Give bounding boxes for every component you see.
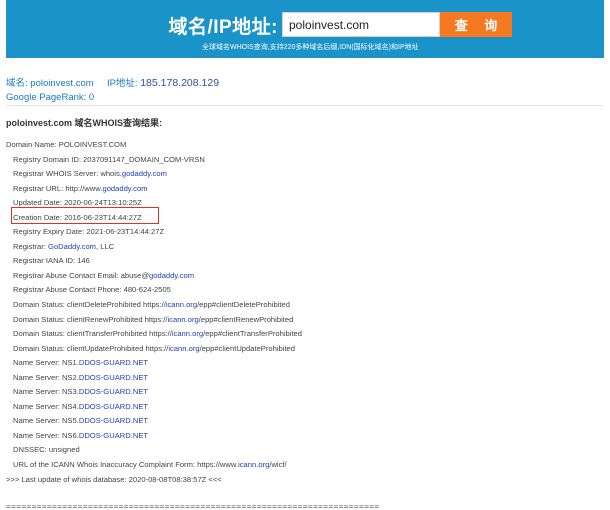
whois-line: Updated Date: 2020-06-24T13:10:25Z xyxy=(6,196,604,211)
whois-text: Name Server: NS2. xyxy=(13,372,79,382)
search-label: 域名/IP地址: xyxy=(168,17,278,38)
whois-text: Domain Name: POLOINVEST.COM xyxy=(6,140,127,149)
whois-text: Domain Status: clientUpdateProhibited ht… xyxy=(13,343,169,353)
whois-text: /epp#clientRenewProhibited xyxy=(198,314,294,324)
whois-text: Name Server: NS1. xyxy=(13,358,79,368)
whois-text: URL of the ICANN Whois Inaccuracy Compla… xyxy=(13,460,239,470)
ip-value[interactable]: 185.178.208.129 xyxy=(140,77,219,89)
whois-link[interactable]: icann.org xyxy=(166,300,197,309)
pagerank-key: Google PageRank: xyxy=(6,92,87,103)
domain-key: 域名: xyxy=(6,78,28,89)
whois-link[interactable]: GoDaddy.com xyxy=(48,242,96,251)
whois-link[interactable]: godaddy.com xyxy=(122,169,167,178)
whois-link[interactable]: icann.org xyxy=(168,344,199,353)
whois-text: Name Server: NS6. xyxy=(13,430,79,440)
whois-link[interactable]: DDOS-GUARD.NET xyxy=(79,431,148,440)
whois-text: Name Server: NS4. xyxy=(13,401,79,411)
summary-divider xyxy=(6,105,604,106)
whois-link[interactable]: icann.org xyxy=(172,329,203,338)
whois-text: DNSSEC: unsigned xyxy=(13,445,80,455)
whois-link[interactable]: DDOS-GUARD.NET xyxy=(79,358,148,367)
whois-text: /wicf/ xyxy=(269,460,287,470)
whois-text: Name Server: NS3. xyxy=(13,387,79,397)
whois-link[interactable]: icann.org xyxy=(238,460,269,469)
whois-text: Updated Date: 2020-06-24T13:10:25Z xyxy=(13,198,142,208)
whois-line: Registry Expiry Date: 2021-06-23T14:44:2… xyxy=(6,225,604,240)
whois-line: URL of the ICANN Whois Inaccuracy Compla… xyxy=(6,458,604,473)
whois-text: , LLC xyxy=(96,241,115,251)
whois-line: Domain Status: clientTransferProhibited … xyxy=(6,327,604,342)
whois-link[interactable]: DDOS-GUARD.NET xyxy=(79,387,148,396)
whois-text: Registry Domain ID: 2037091147_DOMAIN_CO… xyxy=(13,154,205,164)
whois-link[interactable]: DDOS-GUARD.NET xyxy=(79,402,148,411)
whois-text: Domain Status: clientRenewProhibited htt… xyxy=(13,314,168,324)
search-banner: 域名/IP地址: 查 询 全球域名WHOIS查询,支持220多种域名后缀,IDN… xyxy=(6,0,604,58)
whois-line: Name Server: NS4.DDOS-GUARD.NET xyxy=(6,400,604,415)
whois-text: Registrar WHOIS Server: whois. xyxy=(13,169,122,179)
whois-text: Name Server: NS5. xyxy=(13,416,79,426)
whois-text: Registrar IANA ID: 146 xyxy=(13,256,90,266)
whois-line: Domain Status: clientRenewProhibited htt… xyxy=(6,313,604,328)
whois-line: Name Server: NS6.DDOS-GUARD.NET xyxy=(6,429,604,444)
whois-line: Name Server: NS3.DDOS-GUARD.NET xyxy=(6,385,604,400)
whois-text: Registrar Abuse Contact Phone: 480-624-2… xyxy=(13,285,171,295)
whois-text: Registry Expiry Date: 2021-06-23T14:44:2… xyxy=(13,227,165,237)
whois-line: Registrar URL: http://www.godaddy.com xyxy=(6,182,604,197)
whois-text: Registrar Abuse Contact Email: abuse@ xyxy=(13,270,150,280)
whois-text: Registrar URL: http://www. xyxy=(13,183,103,193)
whois-text: >>> Last update of whois database: 2020-… xyxy=(6,474,222,484)
separator-line: ========================================… xyxy=(6,502,380,510)
whois-line: Domain Name: POLOINVEST.COM xyxy=(6,138,604,153)
whois-link[interactable]: DDOS-GUARD.NET xyxy=(79,416,148,425)
whois-line: Creation Date: 2016-06-23T14:44:27Z xyxy=(6,211,604,226)
domain-summary: 域名: poloinvest.com IP地址: 185.178.208.129… xyxy=(6,76,219,105)
whois-line: Registrar: GoDaddy.com, LLC xyxy=(6,240,604,255)
whois-line: Name Server: NS5.DDOS-GUARD.NET xyxy=(6,414,604,429)
whois-text: /epp#clientDeleteProhibited xyxy=(197,300,290,310)
ip-key: IP地址: xyxy=(106,78,138,89)
whois-text: /epp#clientUpdateProhibited xyxy=(199,343,296,353)
whois-line: DNSSEC: unsigned xyxy=(6,443,604,458)
whois-text: Creation Date: 2016-06-23T14:44:27Z xyxy=(13,212,142,222)
whois-line: Domain Status: clientUpdateProhibited ht… xyxy=(6,342,604,357)
search-tip: 全球域名WHOIS查询,支持220多种域名后缀,IDN(国际化域名)和IP地址 xyxy=(202,44,419,51)
whois-record: Domain Name: POLOINVEST.COM Registry Doma… xyxy=(6,138,604,487)
result-title: poloinvest.com 域名WHOIS查询结果: xyxy=(6,118,163,128)
query-button[interactable]: 查 询 xyxy=(440,12,512,37)
pagerank-value: 0 xyxy=(88,92,95,103)
whois-text: /epp#clientTransferProhibited xyxy=(203,329,303,339)
whois-line: Domain Status: clientDeleteProhibited ht… xyxy=(6,298,604,313)
whois-link[interactable]: godaddy.com xyxy=(102,184,147,193)
whois-text: Domain Status: clientTransferProhibited … xyxy=(13,329,172,339)
whois-line: Registrar WHOIS Server: whois.godaddy.co… xyxy=(6,167,604,182)
whois-link[interactable]: DDOS-GUARD.NET xyxy=(79,373,148,382)
whois-text: Registrar: xyxy=(13,241,49,251)
whois-text: Domain Status: clientDeleteProhibited ht… xyxy=(13,300,166,310)
whois-link[interactable]: godaddy.com xyxy=(149,271,194,280)
whois-link[interactable]: icann.org xyxy=(168,315,199,324)
whois-line: Registry Domain ID: 2037091147_DOMAIN_CO… xyxy=(6,153,604,168)
whois-line: Name Server: NS1.DDOS-GUARD.NET xyxy=(6,356,604,371)
whois-line: Registrar IANA ID: 146 xyxy=(6,254,604,269)
domain-search-input[interactable] xyxy=(282,12,440,37)
domain-value[interactable]: poloinvest.com xyxy=(30,78,93,89)
whois-line: Name Server: NS2.DDOS-GUARD.NET xyxy=(6,371,604,386)
whois-line: Registrar Abuse Contact Email: abuse@god… xyxy=(6,269,604,284)
whois-line: Registrar Abuse Contact Phone: 480-624-2… xyxy=(6,283,604,298)
whois-line: >>> Last update of whois database: 2020-… xyxy=(6,473,604,488)
